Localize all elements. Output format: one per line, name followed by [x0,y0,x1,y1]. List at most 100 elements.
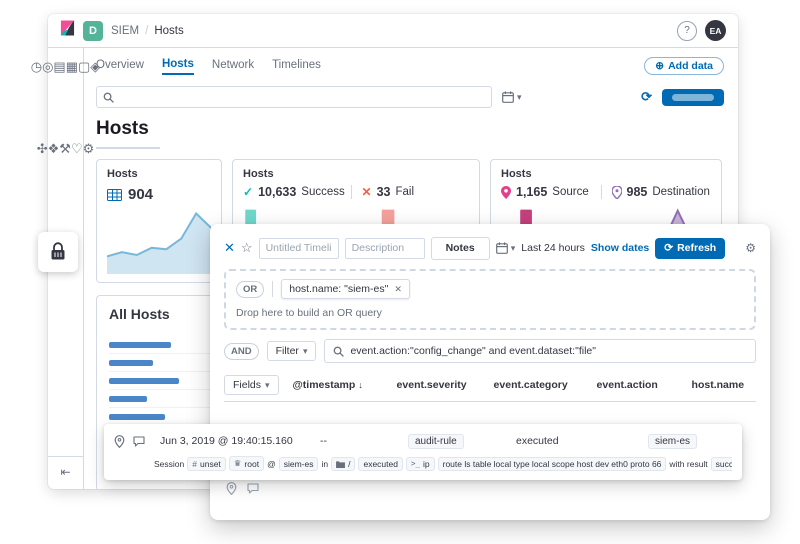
event-severity-value: -- [320,435,327,447]
breadcrumb-separator: / [145,24,149,37]
space-avatar[interactable]: D [83,20,103,41]
notes-button[interactable]: Notes [430,236,490,260]
source-pin-icon [501,185,511,199]
timeline-title-input[interactable] [258,237,339,259]
timeline-description-input[interactable] [344,237,425,259]
update-button[interactable] [662,88,724,106]
breadcrumb-app[interactable]: SIEM [111,25,139,37]
auth-fail-stat: ✕ 33 Fail [350,185,470,199]
dev-tools-icon[interactable]: ⚒ [59,141,71,156]
event-row[interactable]: Jun 3, 2019 @ 19:40:15.160 -- audit-rule… [104,424,742,480]
siem-tabs: Overview Hosts Network Timelines ⊕ Add d… [96,54,724,78]
and-filter-row: AND Filter ▾ event.action:"config_change… [224,339,756,363]
or-drop-zone[interactable]: OR host.name: "siem-es" ✕ Drop here to b… [224,269,756,330]
machine-learning-icon[interactable]: ✣ [37,141,48,156]
calendar-icon [502,91,514,103]
tab-timelines[interactable]: Timelines [272,59,321,74]
working-dir-chip[interactable]: / [331,456,356,471]
host-name-link[interactable] [109,395,147,402]
fields-dropdown-button[interactable]: Fields ▾ [224,375,279,395]
at-separator: @ [267,458,276,469]
process-chip[interactable]: >_ ip [405,456,435,471]
lock-icon [51,242,65,260]
host-name-link[interactable] [109,341,171,348]
user-avatar[interactable]: EA [705,20,726,41]
hash-icon: # [192,458,197,469]
tab-network[interactable]: Network [212,59,254,74]
tab-overview[interactable]: Overview [96,59,144,74]
time-range-label[interactable]: Last 24 hours [521,242,585,254]
card-title: Hosts [107,168,138,180]
user-chip[interactable]: ♛ root [228,456,265,471]
discover-icon[interactable]: ◎ [42,59,53,74]
table-icon [107,188,122,201]
filter-label: Filter [275,345,299,357]
sidebar-footer: ⇤ [48,456,83,489]
close-icon[interactable]: ✕ [224,240,235,256]
session-id-chip[interactable]: # unset [187,456,226,471]
tab-hosts[interactable]: Hosts [161,58,194,75]
action-chip[interactable]: executed [358,456,403,471]
graph-icon[interactable]: ❖ [48,141,60,156]
lock-badge[interactable] [38,232,78,272]
source-label: Source [552,186,589,198]
column-timestamp[interactable]: @timestamp ↓ [293,379,397,391]
host-name-link[interactable] [109,377,179,384]
pin-icon[interactable] [114,434,125,448]
success-value: 10,633 [258,185,297,199]
query-filter-chip[interactable]: host.name: "siem-es" ✕ [281,279,410,299]
host-chip[interactable]: siem-es [278,456,319,471]
timeline-date-picker-button[interactable]: ▾ [495,242,515,254]
crown-icon: ♛ [233,458,242,468]
chevron-down-icon: ▾ [302,345,308,356]
help-icon[interactable]: ? [677,20,697,41]
host-name-link[interactable] [109,359,153,366]
kql-query-input[interactable]: event.action:"config_change" and event.d… [324,339,756,363]
refresh-button[interactable]: ⟳ Refresh [655,237,726,259]
monitoring-icon[interactable]: ♡ [71,141,83,156]
gear-icon[interactable]: ⚙ [745,241,756,255]
recent-icon[interactable]: ◷ [31,59,42,74]
pin-icon[interactable] [226,482,237,495]
show-dates-link[interactable]: Show dates [591,242,649,254]
event-host-value[interactable]: siem-es [648,433,698,449]
refresh-icon[interactable]: ⟳ [641,89,652,105]
search-icon [334,346,345,357]
event-action-value[interactable]: executed [516,435,628,447]
update-button-label-bar [672,93,714,101]
comment-icon[interactable] [133,435,145,447]
source-stat: 1,165 Source [501,185,601,199]
events-table-header: Fields ▾ @timestamp ↓ event.severity eve… [224,375,756,402]
visualize-icon[interactable]: ▤ [53,59,65,74]
star-icon[interactable]: ☆ [241,240,253,256]
host-name-link[interactable] [109,413,165,420]
timeline-header: ✕ ☆ Notes ▾ Last 24 hours Show dates ⟳ R… [224,236,756,260]
column-host-name[interactable]: host.name [692,379,756,391]
column-event-action[interactable]: event.action [597,379,692,391]
args-chip[interactable]: route ls table local type local scope ho… [437,456,667,471]
column-event-severity[interactable]: event.severity [397,379,494,391]
event-timestamp[interactable]: Jun 3, 2019 @ 19:40:15.160 [160,435,320,447]
search-input[interactable] [96,86,492,108]
comment-icon[interactable] [247,483,259,494]
add-data-button[interactable]: ⊕ Add data [644,57,724,75]
event-category-value[interactable]: audit-rule [408,433,464,449]
filter-dropdown-button[interactable]: Filter ▾ [266,341,317,361]
dashboard-icon[interactable]: ▦ [66,59,78,74]
column-event-category[interactable]: event.category [494,379,597,391]
collapse-sidebar-icon[interactable]: ⇤ [60,465,70,479]
date-picker-button[interactable]: ▾ [502,91,522,103]
query-toolbar: ▾ ⟳ [96,86,724,108]
kql-query-text: event.action:"config_change" and event.d… [350,345,596,357]
or-badge: OR [236,280,265,298]
result-chip[interactable]: success [710,456,732,471]
kibana-logo-icon[interactable] [60,20,75,41]
auth-success-stat: ✓ 10,633 Success [243,185,351,199]
check-icon: ✓ [243,185,254,199]
hosts-count-card: Hosts 904 [96,159,222,283]
sort-desc-icon: ↓ [358,380,363,390]
destination-pin-icon [611,185,622,199]
hosts-area-chart [107,208,211,274]
remove-chip-icon[interactable]: ✕ [394,284,402,295]
hosts-count-value: 904 [128,186,154,203]
